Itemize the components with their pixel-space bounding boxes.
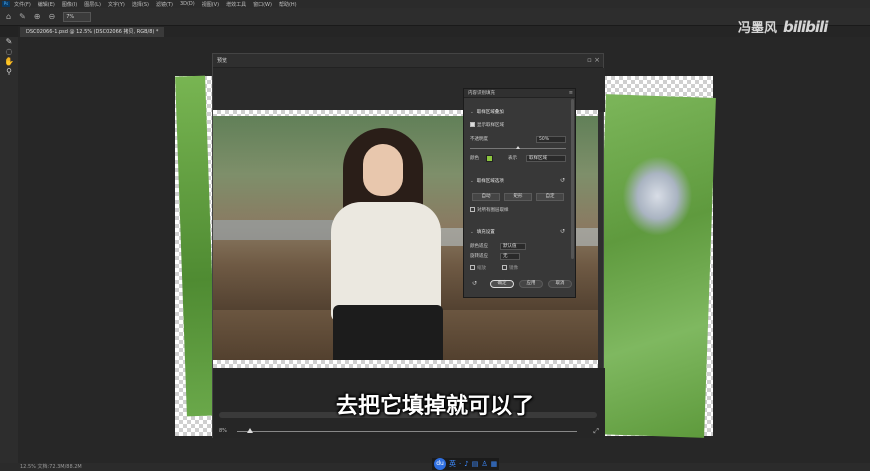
rectangular-button[interactable]: 矩形 (504, 193, 532, 201)
reset-all-icon[interactable]: ↺ (472, 280, 477, 287)
photo-sweater (331, 202, 441, 322)
toolbox-icon[interactable]: ▦ (491, 460, 498, 468)
content-aware-fill-panel: 内容识别填充 ≡ ⌄ 取样区域叠加 显示取样区域 不透明度 50% 颜色 表示 取… (463, 88, 576, 298)
photoshop-window: Ps 文件(F) 编辑(E) 图像(I) 图层(L) 文字(Y) 选择(S) 滤… (0, 0, 870, 471)
panel-scrollbar[interactable] (571, 99, 574, 259)
menu-edit[interactable]: 编辑(E) (38, 1, 55, 8)
preview-zoom-label: 8% (219, 428, 227, 434)
zoom-field[interactable]: 7% (63, 11, 92, 22)
dialog-window-controls[interactable]: ▫ × (587, 56, 600, 64)
color-label: 颜色 (470, 156, 479, 161)
uploader-name: 冯墨风 (738, 21, 778, 36)
opacity-label: 不透明度 (470, 137, 488, 142)
blurred-figure (621, 154, 694, 238)
checkbox-label: 显示取样区域 (477, 123, 504, 128)
scale-row[interactable]: 缩放 (470, 265, 486, 272)
auto-button[interactable]: 自动 (472, 193, 500, 201)
menu-layer[interactable]: 图层(L) (84, 1, 101, 8)
photo-face (363, 144, 403, 196)
home-icon[interactable]: ⌂ (6, 12, 11, 21)
menu-filter[interactable]: 滤镜(T) (156, 1, 173, 8)
lasso-icon[interactable]: ◌ (0, 47, 18, 57)
menu-select[interactable]: 选择(S) (132, 1, 149, 8)
brush-icon[interactable]: ✎ (0, 37, 18, 47)
section-label: 取样区域选项 (476, 179, 504, 184)
transparent-edge-bottom (213, 360, 598, 368)
scale-checkbox[interactable] (470, 265, 475, 270)
panel-title: 内容识别填充 (464, 89, 575, 98)
sample-all-layers-row[interactable]: 对所有图层取样 (470, 207, 509, 214)
chevron-down-icon: ⌄ (470, 230, 474, 235)
color-adaptation-select[interactable]: 默认值 (500, 243, 526, 250)
panel-menu-icon[interactable]: ≡ (569, 90, 573, 96)
section-label: 取样区域叠加 (476, 110, 504, 115)
photoshop-logo: Ps (2, 1, 10, 7)
chevron-down-icon: ⌄ (470, 110, 474, 115)
indicates-label: 表示 (508, 156, 517, 161)
mirror-checkbox[interactable] (502, 265, 507, 270)
zoom-slider-knob[interactable] (247, 428, 253, 433)
reset-icon[interactable]: ↺ (560, 177, 565, 184)
preview-dialog-title: 预览 (213, 54, 603, 68)
menu-view[interactable]: 视图(V) (202, 1, 219, 8)
uploader-watermark: 冯墨风 bilibili (738, 17, 828, 36)
punctuation-icon[interactable]: · (459, 460, 461, 468)
baidu-ime-logo[interactable]: du (434, 458, 446, 470)
photo-table-left (213, 220, 333, 240)
voice-icon[interactable]: ♪ (464, 460, 468, 468)
menu-plugins[interactable]: 增效工具 (226, 1, 246, 8)
show-sampling-area-checkbox[interactable] (470, 122, 475, 127)
fill-settings-section[interactable]: ⌄ 填充设置 (470, 229, 495, 236)
scale-label: 缩放 (477, 266, 486, 271)
rotation-adaptation-select[interactable]: 无 (500, 253, 520, 260)
menu-bar: Ps 文件(F) 编辑(E) 图像(I) 图层(L) 文字(Y) 选择(S) 滤… (0, 0, 870, 8)
bilibili-logo: bilibili (783, 18, 828, 36)
input-method-toolbar: du 英 · ♪ ▤ ♙ ▦ (432, 458, 500, 470)
apply-button[interactable]: 应用 (519, 280, 543, 288)
rotation-adaptation-label: 旋转适应 (470, 254, 488, 259)
mirror-label: 镜像 (509, 266, 518, 271)
cancel-button[interactable]: 取消 (548, 280, 572, 288)
menu-file[interactable]: 文件(F) (14, 1, 31, 8)
zoom-slider-track[interactable] (237, 431, 577, 432)
sample-all-layers-checkbox[interactable] (470, 207, 475, 212)
color-swatch[interactable] (486, 155, 493, 162)
brush-tool-icon[interactable]: ✎ (19, 12, 26, 21)
document-tab[interactable]: DSC02066-1.psd @ 12.5% (DSC02066 拷贝, RGB… (20, 27, 165, 37)
color-adaptation-label: 颜色适应 (470, 244, 488, 249)
sampling-overlay-section[interactable]: ⌄ 取样区域叠加 (470, 109, 504, 116)
photo-pants (333, 305, 443, 368)
preview-zoom-row: 8% ⤢ (217, 426, 601, 436)
hand-icon[interactable]: ✋ (0, 57, 18, 67)
show-sampling-area-row[interactable]: 显示取样区域 (470, 122, 504, 129)
add-icon[interactable]: ⊕ (34, 12, 41, 21)
indicates-select[interactable]: 取样区域 (526, 155, 566, 162)
language-toggle-icon[interactable]: 英 (449, 459, 456, 469)
menu-window[interactable]: 窗口(W) (253, 1, 272, 8)
checkbox-label: 对所有图层取样 (477, 208, 509, 213)
mirror-row[interactable]: 镜像 (502, 265, 518, 272)
sampling-options-section[interactable]: ⌄ 取样区域选项 (470, 178, 504, 185)
menu-3d[interactable]: 3D(D) (180, 1, 195, 7)
section-label: 填充设置 (476, 230, 495, 235)
green-background-right (594, 94, 716, 438)
ok-button[interactable]: 确定 (490, 280, 514, 288)
custom-button[interactable]: 自定 (536, 193, 564, 201)
video-subtitle: 去把它填掉就可以了 (335, 394, 534, 419)
opacity-slider-knob[interactable] (516, 146, 520, 149)
reset-icon[interactable]: ↺ (560, 228, 565, 235)
menu-type[interactable]: 文字(Y) (108, 1, 125, 8)
keyboard-icon[interactable]: ▤ (472, 460, 479, 468)
opacity-input[interactable]: 50% (536, 136, 566, 143)
menu-help[interactable]: 帮助(H) (279, 1, 297, 8)
subtract-icon[interactable]: ⊖ (48, 12, 55, 21)
menu-image[interactable]: 图像(I) (62, 1, 77, 8)
chevron-down-icon: ⌄ (470, 179, 474, 184)
expand-icon[interactable]: ⤢ (593, 426, 599, 436)
user-icon[interactable]: ♙ (481, 460, 487, 468)
zoom-icon[interactable]: ⚲ (0, 67, 18, 77)
